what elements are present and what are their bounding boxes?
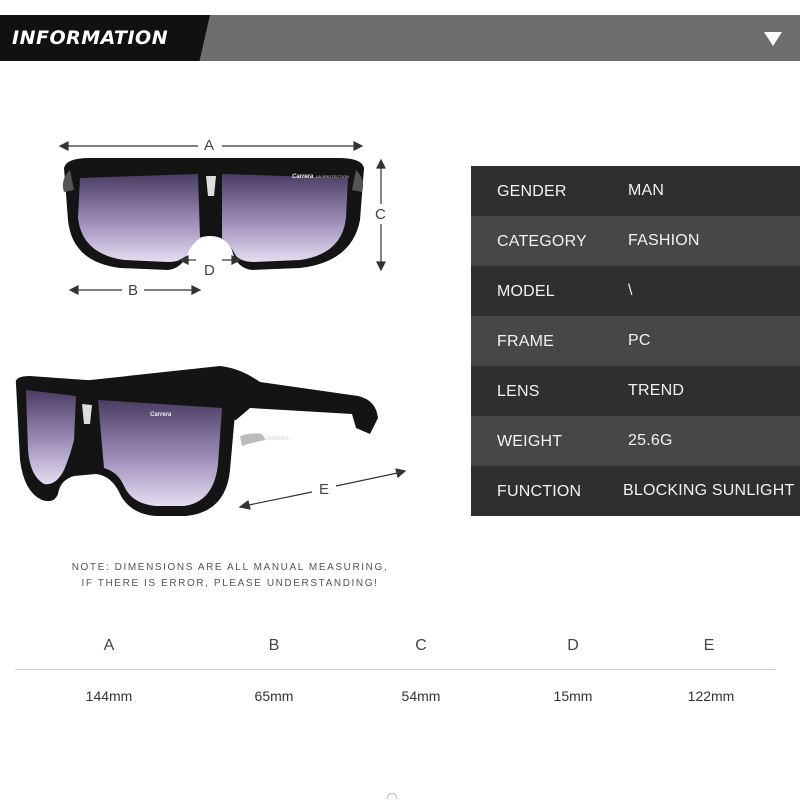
dim-value-d: 15mm — [553, 688, 593, 704]
dim-header-c: C — [415, 637, 427, 654]
decorative-mark-icon — [386, 793, 398, 800]
dimension-c-label: C — [375, 206, 386, 223]
svg-text:CARRERA: CARRERA — [264, 436, 289, 442]
measurement-note: NOTE: DIMENSIONS ARE ALL MANUAL MEASURIN… — [60, 560, 400, 592]
dim-header-b: B — [268, 637, 280, 654]
dim-value-b: 65mm — [254, 688, 294, 704]
spec-key: FUNCTION — [497, 483, 582, 500]
spec-table: GENDER MAN CATEGORY FASHION MODEL \ FRAM… — [471, 166, 800, 516]
spec-key: LENS — [497, 383, 540, 400]
svg-text:Carrera: Carrera — [292, 174, 314, 180]
information-header: INFORMATION — [0, 15, 800, 61]
spec-value: 25.6G — [628, 432, 673, 449]
triangle-down-icon[interactable] — [764, 32, 782, 46]
spec-row-function: FUNCTION BLOCKING SUNLIGHT — [471, 466, 800, 516]
spec-row-lens: LENS TREND — [471, 366, 800, 416]
dim-header-d: D — [567, 637, 579, 654]
spec-key: MODEL — [497, 283, 555, 300]
spec-row-model: MODEL \ — [471, 266, 800, 316]
spec-key: CATEGORY — [497, 233, 587, 250]
spec-row-weight: WEIGHT 25.6G — [471, 416, 800, 466]
spec-row-category: CATEGORY FASHION — [471, 216, 800, 266]
svg-text:UV PROTECTION: UV PROTECTION — [316, 174, 349, 179]
note-line-2: IF THERE IS ERROR, PLEASE UNDERSTANDING! — [81, 578, 379, 589]
spec-key: GENDER — [497, 183, 567, 200]
spec-row-frame: FRAME PC — [471, 316, 800, 366]
dimension-d-label: D — [204, 262, 215, 279]
spec-row-gender: GENDER MAN — [471, 166, 800, 216]
spec-value: FASHION — [628, 232, 700, 249]
dimension-divider — [15, 669, 775, 670]
spec-value: TREND — [628, 382, 685, 399]
dim-value-a: 144mm — [85, 688, 133, 704]
dimension-e-label: E — [319, 481, 330, 498]
spec-value: \ — [628, 282, 633, 299]
spec-key: WEIGHT — [497, 433, 563, 450]
svg-text:Carrera: Carrera — [150, 412, 172, 418]
spec-value: PC — [628, 332, 651, 349]
dimension-a-label: A — [204, 137, 215, 154]
dim-header-e: E — [703, 637, 715, 654]
dim-value-e: 122mm — [687, 688, 735, 704]
header-title: INFORMATION — [12, 27, 169, 49]
dimension-b-label: B — [128, 282, 139, 299]
spec-value: MAN — [628, 182, 665, 199]
note-line-1: NOTE: DIMENSIONS ARE ALL MANUAL MEASURIN… — [71, 562, 389, 573]
dim-header-a: A — [103, 637, 115, 654]
spec-key: FRAME — [497, 333, 554, 350]
dim-value-c: 54mm — [401, 688, 441, 704]
spec-value: BLOCKING SUNLIGHT — [623, 482, 795, 499]
